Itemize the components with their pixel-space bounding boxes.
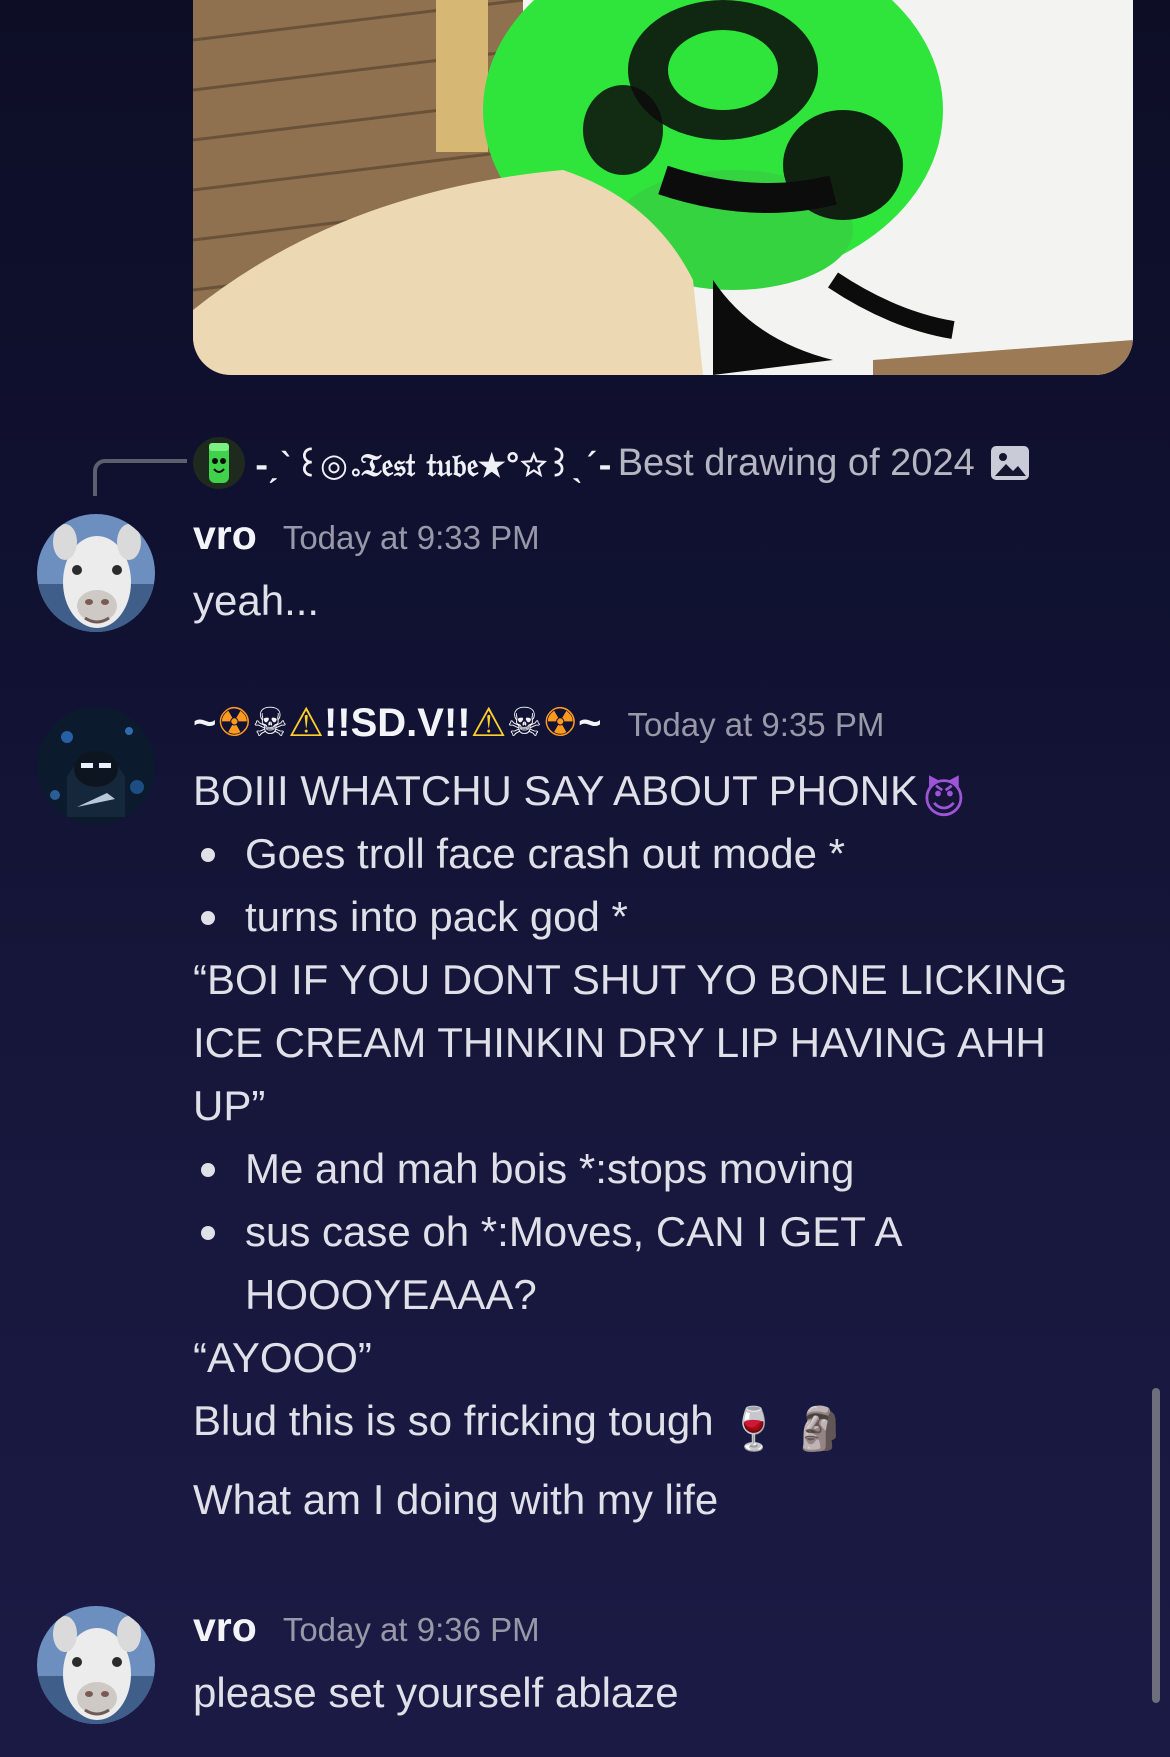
username-core: !!SD.V!! — [323, 701, 471, 745]
avatar[interactable] — [37, 707, 155, 825]
radioactive-icon: ☢ — [542, 700, 579, 746]
username[interactable]: ~☢☠⚠!!SD.V!!⚠☠☢~ — [193, 700, 602, 746]
warning-icon: ⚠ — [288, 700, 324, 746]
timestamp: Today at 9:33 PM — [282, 519, 540, 556]
reply-connector — [93, 459, 187, 496]
timestamp: Today at 9:36 PM — [282, 1611, 540, 1648]
avatar[interactable] — [37, 1606, 155, 1724]
list-item-text: Goes troll face crash out mode * — [245, 830, 845, 877]
scrollbar[interactable] — [1152, 1388, 1160, 1703]
reply-preview[interactable]: -ˏˋ꒰◎｡𝔗𝔢𝔰𝔱 𝔱𝔲𝔟𝔢★°☆꒱ˎˊ- Best drawing of 2… — [193, 437, 1031, 489]
message-text: please set yourself ablaze — [193, 1669, 679, 1716]
list-item-text: sus case oh *:Moves, CAN I GET A — [245, 1208, 903, 1255]
list-item-text: turns into pack god * — [245, 893, 628, 940]
username[interactable]: vro — [193, 1604, 257, 1651]
message-line-1: BOIII WHATCHU SAY ABOUT PHONK — [193, 767, 919, 814]
quote-line: “BOI IF YOU DONT SHUT YO BONE LICKING — [193, 956, 1068, 1003]
message-text: “AYOOO” — [193, 1334, 372, 1381]
bullet-dot — [201, 911, 215, 925]
message-text: What am I doing with my life — [193, 1476, 719, 1523]
skull-crossbones-icon: ☠ — [252, 700, 289, 746]
warning-icon: ⚠ — [470, 700, 507, 746]
bullet-dot — [201, 1226, 215, 1240]
moai-icon: 🗿 — [793, 1404, 847, 1453]
message-text: Blud this is so fricking tough 🍷 🗿 — [193, 1389, 846, 1460]
bullet-dot — [201, 848, 215, 862]
username-suffix: ~ — [578, 701, 602, 745]
drawing-image-attachment[interactable] — [193, 0, 1133, 375]
smiling-devil-icon: 😈 — [922, 774, 966, 823]
image-icon — [989, 442, 1031, 484]
chat-view: -ˏˋ꒰◎｡𝔗𝔢𝔰𝔱 𝔱𝔲𝔟𝔢★°☆꒱ˎˊ- Best drawing of 2… — [0, 0, 1170, 1757]
list-item-text: HOOOYEAAA? — [245, 1271, 537, 1318]
radioactive-icon: ☢ — [216, 700, 253, 746]
avatar[interactable] — [37, 514, 155, 632]
quote-line: ICE CREAM THINKIN DRY LIP HAVING AHH — [193, 1019, 1046, 1066]
username[interactable]: vro — [193, 512, 257, 559]
reply-author-name: -ˏˋ꒰◎｡𝔗𝔢𝔰𝔱 𝔱𝔲𝔟𝔢★°☆꒱ˎˊ- — [255, 445, 612, 484]
quote-line: UP” — [193, 1082, 266, 1129]
message-text: yeah... — [193, 577, 320, 624]
skull-crossbones-icon: ☠ — [506, 700, 543, 746]
list-item-text: Me and mah bois *:stops moving — [245, 1145, 855, 1192]
bullet-dot — [201, 1163, 215, 1177]
reply-message-text: Best drawing of 2024 — [617, 441, 975, 484]
timestamp: Today at 9:35 PM — [627, 706, 885, 743]
wine-glass-icon: 🍷 — [727, 1404, 780, 1453]
message-text: BOIII WHATCHU SAY ABOUT PHONK😈 — [193, 759, 966, 830]
username-prefix: ~ — [193, 701, 217, 745]
reply-author-avatar — [193, 437, 245, 489]
message-line: Blud this is so fricking tough — [193, 1397, 714, 1444]
